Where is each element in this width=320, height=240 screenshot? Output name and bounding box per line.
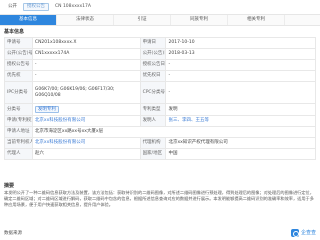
table-row: IPC分类号 G06K7/00; G06K19/06; G06F17/30; G… [5,82,316,104]
field-label: 申请人地址 [5,127,33,137]
field-value: 赵六 [33,149,141,159]
field-value: 发明专利 [33,104,141,115]
patent-number: CN 108xxxx17A [55,4,91,10]
field-label: 分类号 [5,104,33,115]
tab-bar: 基本信息 法律状态 引证 同族专利 相关专利 [0,14,320,26]
table-row: 当前专利权人 北京xx科技股份有限公司 代理机构 北京xx知识产权代理有限公司 [5,138,316,149]
field-value: 发明 [166,104,316,115]
field-value: - [166,60,316,70]
abstract-heading: 摘要 [4,183,15,189]
field-value: - [33,71,141,81]
category-tag[interactable]: 发明专利 [34,105,59,114]
field-value: - [166,71,316,81]
table-row: 申请人地址 北京市海淀区xx路xx号xx大厦x层 [5,127,316,138]
table-row: 优先权 - 优先权日 - [5,71,316,82]
field-label: 优先权日 [140,71,167,81]
field-label: 当前专利权人 [5,138,33,148]
field-value: G06K7/00; G06K19/06; G06F17/30; G06Q10/0… [33,82,141,103]
field-value: - [166,82,316,103]
field-value: 2017-10-10 [166,38,316,48]
info-table: 申请号 CN201x108xxxx.X 申请日 2017-10-10 公开(公告… [4,37,316,160]
field-label: 国家/地区 [140,149,167,159]
brand-name: 企查查 [300,230,316,236]
field-label: 公开(公告)日 [140,49,167,59]
field-label: 申请日 [140,38,167,48]
field-label: 发明人 [140,116,167,126]
inventor-links[interactable]: 张三、李四、王五等 [166,116,316,126]
field-value: 北京市海淀区xx路xx号xx大厦x层 [33,127,316,137]
field-label: 申请号 [5,38,33,48]
field-label: 授权公告日 [140,60,167,70]
field-label: IPC分类号 [5,82,33,103]
field-label: 专利类型 [140,104,167,115]
section-title: 基本信息 [4,29,25,35]
tab-basic-info[interactable]: 基本信息 [0,15,57,25]
tab-family[interactable]: 同族专利 [171,15,228,25]
field-value: 中国 [166,149,316,159]
table-row: 申请(专利权)人 北京xx科技股份有限公司 发明人 张三、李四、王五等 [5,116,316,127]
type-chip[interactable]: 授权公告 [23,3,49,11]
field-value: - [33,60,141,70]
status-chip: 公开 [8,4,17,10]
field-label: 优先权 [5,71,33,81]
tab-legal-status[interactable]: 法律状态 [57,15,114,25]
table-row: 申请号 CN201x108xxxx.X 申请日 2017-10-10 [5,38,316,49]
field-value: 北京xx知识产权代理有限公司 [166,138,316,148]
field-value: CN201x108xxxx.X [33,38,141,48]
field-value: CN1xxxxx174A [33,49,141,59]
table-row: 代理人 赵六 国家/地区 中国 [5,149,316,160]
footer-source: 数据来源 [4,231,22,236]
applicant-link[interactable]: 北京xx科技股份有限公司 [33,116,141,126]
brand-logo[interactable]: 企查查 [290,229,316,237]
field-label: 公开(公告)号 [5,49,33,59]
tab-citations[interactable]: 引证 [114,15,171,25]
field-label: 代理机构 [140,138,167,148]
owner-link[interactable]: 北京xx科技股份有限公司 [33,138,141,148]
table-row: 授权公告号 - 授权公告日 - [5,60,316,71]
field-value: 2018-03-13 [166,49,316,59]
table-row: 公开(公告)号 CN1xxxxx174A 公开(公告)日 2018-03-13 [5,49,316,60]
field-label: 代理人 [5,149,33,159]
field-label: CPC分类号 [140,82,167,103]
top-bar: 公开 授权公告 CN 108xxxx17A [0,0,320,14]
abstract-text: 本发明公开了一种二维码信息获取方法及装置，该方法包括：获取待识别的二维码图像，对… [4,190,314,207]
field-label: 申请(专利权)人 [5,116,33,126]
tab-related[interactable]: 相关专利 [228,15,285,25]
brand-icon [290,229,299,237]
table-row: 分类号 发明专利 专利类型 发明 [5,104,316,116]
field-label: 授权公告号 [5,60,33,70]
